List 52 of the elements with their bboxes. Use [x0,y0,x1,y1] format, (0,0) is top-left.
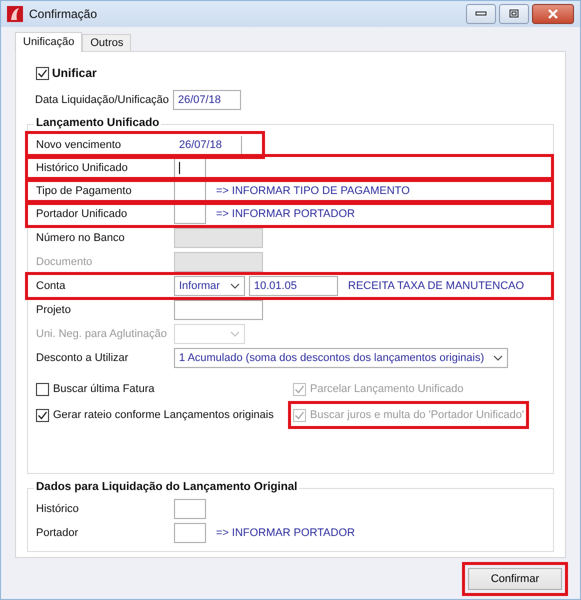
dropdown[interactable]: 1 Acumulado (soma dos descontos dos lançamentos originais) [174,348,508,368]
chevron-down-icon [493,355,503,361]
maximize-button[interactable] [499,4,529,24]
hint-text: => INFORMAR PORTADOR [216,527,355,539]
minimize-button[interactable] [466,4,496,24]
input-field[interactable] [174,228,263,248]
chevron-down-icon [230,331,240,337]
input-field[interactable] [174,181,206,201]
app-logo-icon [7,6,23,22]
minimize-icon [475,11,487,17]
restore-icon [508,9,520,19]
input-field[interactable] [174,204,206,224]
field-label: Projeto [36,304,72,316]
input-field[interactable] [174,300,263,320]
checkbox[interactable] [36,408,49,422]
tab[interactable]: Unificação [15,32,82,52]
field-label: Conta [36,280,66,292]
group-title: Lançamento Unificado [34,117,162,129]
close-icon [547,9,559,19]
date-field[interactable]: 26/07/18 [173,90,241,110]
input-field[interactable] [174,523,206,543]
field-label: Novo vencimento [36,139,122,151]
field-label: Documento [36,256,94,268]
field-label: Uni. Neg. para Aglutinação [36,328,168,340]
checkbox-label: Buscar juros e multa do 'Portador Unificado' [310,409,524,421]
field-label: Portador [36,527,80,539]
dropdown[interactable]: Informar [174,276,245,296]
input-field[interactable] [174,499,206,519]
checkbox[interactable] [36,382,49,396]
tab[interactable]: Outros [82,34,132,51]
chevron-down-icon [230,283,240,289]
field-label: Desconto a Utilizar [36,352,130,364]
field-label: Histórico Unificado [36,162,129,174]
field-label: Tipo de Pagamento [36,185,133,197]
field-label: Histórico [36,503,80,515]
close-button[interactable] [532,4,574,24]
account-name: RECEITA TAXA DE MANUTENCAO [348,280,524,292]
input-field[interactable] [174,158,206,178]
confirm-button[interactable]: Confirmar [468,568,562,590]
hint-text: => INFORMAR PORTADOR [216,208,355,220]
hint-text: => INFORMAR TIPO DE PAGAMENTO [216,185,410,197]
account-field[interactable]: 10.01.05 [249,276,338,296]
field-label: Número no Banco [36,232,126,244]
checkbox-label: Gerar rateio conforme Lançamentos originais [53,409,274,421]
group-title: Dados para Liquidação do Lançamento Original [34,481,300,493]
checkbox-label: Parcelar Lançamento Unificado [310,383,464,395]
field-label: Data Liquidação/Unificação [35,94,169,106]
checkbox-label: Buscar última Fatura [53,383,154,395]
checkbox-label: Unificar [52,66,97,80]
checkbox[interactable] [36,66,49,80]
field-label: Portador Unificado [36,208,128,220]
window-title: Confirmação [29,7,98,21]
